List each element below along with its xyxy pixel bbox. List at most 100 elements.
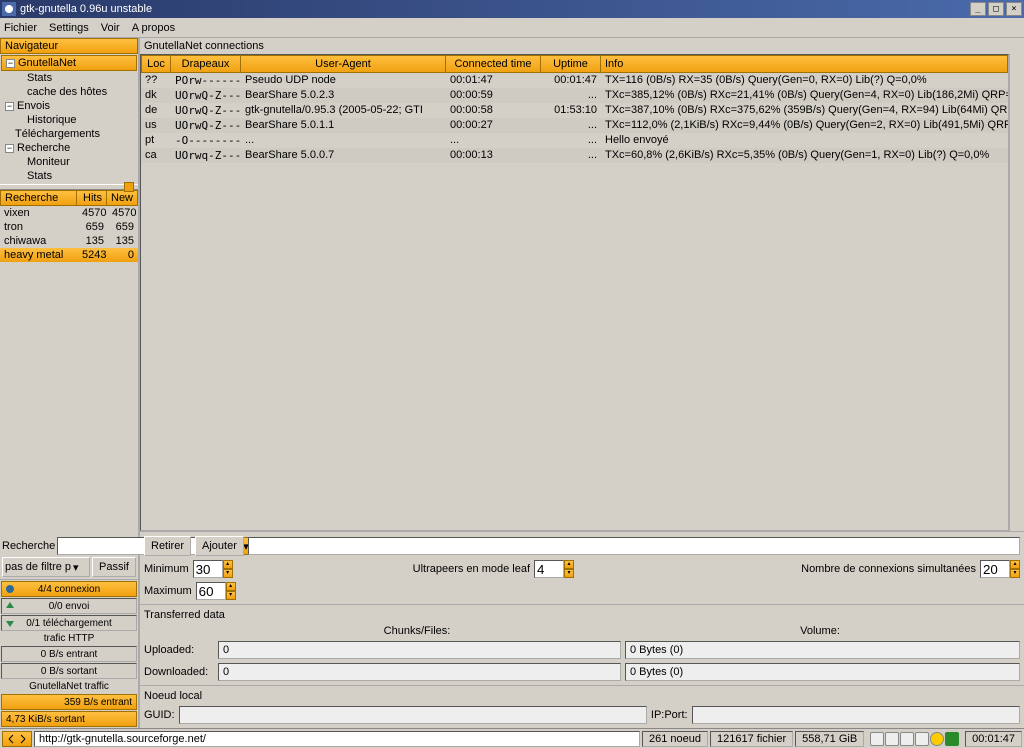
conn-status: 4/4 connexion [1,581,137,597]
search-col-new[interactable]: New [107,191,137,205]
spin-down-icon[interactable]: ▾ [1010,569,1020,578]
uploaded-label: Uploaded: [144,644,214,656]
spin-up-icon[interactable]: ▴ [223,560,233,569]
spin-down-icon[interactable]: ▾ [223,569,233,578]
ipport-label: IP:Port: [651,709,688,721]
status-icons [866,732,963,746]
ultra-spinner[interactable]: ▴▾ [534,560,574,578]
host-input[interactable] [248,537,1020,555]
grid-scrollbar[interactable] [1009,54,1024,531]
spin-up-icon[interactable]: ▴ [1010,560,1020,569]
max-label: Maximum [144,585,192,597]
guid-label: GUID: [144,709,175,721]
maximize-button[interactable]: □ [988,2,1004,16]
downloaded-chunks: 0 [218,663,621,681]
connection-row[interactable]: usUOrwQ-Z---BearShare 5.0.1.100:00:27...… [141,118,1008,133]
col-useragent[interactable]: User-Agent [241,55,446,73]
col-flags[interactable]: Drapeaux [171,55,241,73]
ultra-input[interactable] [534,560,564,578]
nav-moniteur[interactable]: Moniteur [1,155,137,169]
sash-handle-icon[interactable] [124,182,134,192]
menu-file[interactable]: Fichier [4,22,37,34]
search-row[interactable]: chiwawa135135 [0,234,138,248]
nav-envois[interactable]: −Envois [1,99,137,113]
nav-stats2[interactable]: Stats [1,169,137,183]
min-spinner[interactable]: ▴▾ [193,560,233,578]
min-input[interactable] [193,560,223,578]
nav-tree: −GnutellaNet Stats cache des hôtes −Envo… [0,54,138,184]
max-spinner[interactable]: ▴▾ [196,582,236,600]
menu-settings[interactable]: Settings [49,22,89,34]
tree-collapse-icon[interactable]: − [5,144,14,153]
spin-down-icon[interactable]: ▾ [226,591,236,600]
tree-collapse-icon[interactable]: − [5,102,14,111]
smiley-icon[interactable] [930,732,944,746]
search-rows: vixen45704570tron659659chiwawa135135heav… [0,206,138,535]
nav-recherche[interactable]: −Recherche [1,141,137,155]
search-row[interactable]: tron659659 [0,220,138,234]
sidebar: Navigateur −GnutellaNet Stats cache des … [0,38,140,728]
tree-collapse-icon[interactable]: − [6,59,15,68]
filter-combo[interactable]: pas de filtre p ▾ [2,557,90,577]
search-panel: Recherche Hits New vixen45704570tron6596… [0,190,138,579]
star-icon[interactable] [945,732,959,746]
add-button[interactable]: Ajouter [195,536,244,556]
gnet-out: 4,73 KiB/s sortant [1,711,137,727]
app-icon [2,2,16,16]
guid-value [179,706,647,724]
min-label: Minimum [144,563,189,575]
search-col-name[interactable]: Recherche [1,191,77,205]
http-out: 0 B/s sortant [1,663,137,679]
downloaded-volume: 0 Bytes (0) [625,663,1020,681]
expand-button[interactable] [2,731,32,747]
search-controls: Recherche ▾ pas de filtre p ▾ Passif [0,535,138,579]
menu-view[interactable]: Voir [101,22,120,34]
search-header: Recherche Hits New [0,190,138,206]
file-count: 121617 fichier [710,731,793,747]
grid-header: Loc Drapeaux User-Agent Connected time U… [141,55,1008,73]
search-row[interactable]: heavy metal52430 [0,248,138,262]
sidebar-sash-1[interactable] [0,184,138,190]
minimize-button[interactable]: _ [970,2,986,16]
download-icon [4,617,16,629]
col-uptime[interactable]: Uptime [541,55,601,73]
nav-stats[interactable]: Stats [1,71,137,85]
status-icon-2[interactable] [885,732,899,746]
bottom-statusbar: http://gtk-gnutella.sourceforge.net/ 261… [0,728,1024,748]
nav-header: Navigateur [0,38,138,54]
col-loc[interactable]: Loc [141,55,171,73]
max-input[interactable] [196,582,226,600]
menu-about[interactable]: A propos [132,22,175,34]
col-connected-time[interactable]: Connected time [446,55,541,73]
connection-row[interactable]: pt-O--------.........Hello envoyé [141,133,1008,148]
status-icon-3[interactable] [900,732,914,746]
connection-row[interactable]: dkUOrwQ-Z---BearShare 5.0.2.300:00:59...… [141,88,1008,103]
nav-hostcache[interactable]: cache des hôtes [1,85,137,99]
expand-icon [8,734,26,744]
spin-down-icon[interactable]: ▾ [564,569,574,578]
simul-input[interactable] [980,560,1010,578]
local-node-panel: Noeud local GUID: IP:Port: [140,685,1024,728]
spin-up-icon[interactable]: ▴ [564,560,574,569]
col-info[interactable]: Info [601,55,1008,73]
connection-row[interactable]: ??POrw------Pseudo UDP node00:01:4700:01… [141,73,1008,88]
connection-row[interactable]: caUOrwq-Z---BearShare 5.0.0.700:00:13...… [141,148,1008,163]
status-icon-4[interactable] [915,732,929,746]
spin-up-icon[interactable]: ▴ [226,582,236,591]
status-icon-1[interactable] [870,732,884,746]
passive-button[interactable]: Passif [92,557,136,577]
simul-spinner[interactable]: ▴▾ [980,560,1020,578]
grid-body: ??POrw------Pseudo UDP node00:01:4700:01… [141,73,1008,530]
search-col-hits[interactable]: Hits [77,191,107,205]
nav-gnutellanet[interactable]: −GnutellaNet [1,55,137,71]
close-button[interactable]: × [1006,2,1022,16]
upload-icon [4,600,16,612]
http-in: 0 B/s entrant [1,646,137,662]
nav-historique[interactable]: Historique [1,113,137,127]
chunks-header: Chunks/Files: [214,625,620,637]
search-row[interactable]: vixen45704570 [0,206,138,220]
sidebar-status: 4/4 connexion 0/0 envoi 0/1 téléchargeme… [0,579,138,728]
remove-button[interactable]: Retirer [144,536,191,556]
connection-row[interactable]: deUOrwQ-Z---gtk-gnutella/0.95.3 (2005-05… [141,103,1008,118]
nav-downloads[interactable]: Téléchargements [1,127,137,141]
